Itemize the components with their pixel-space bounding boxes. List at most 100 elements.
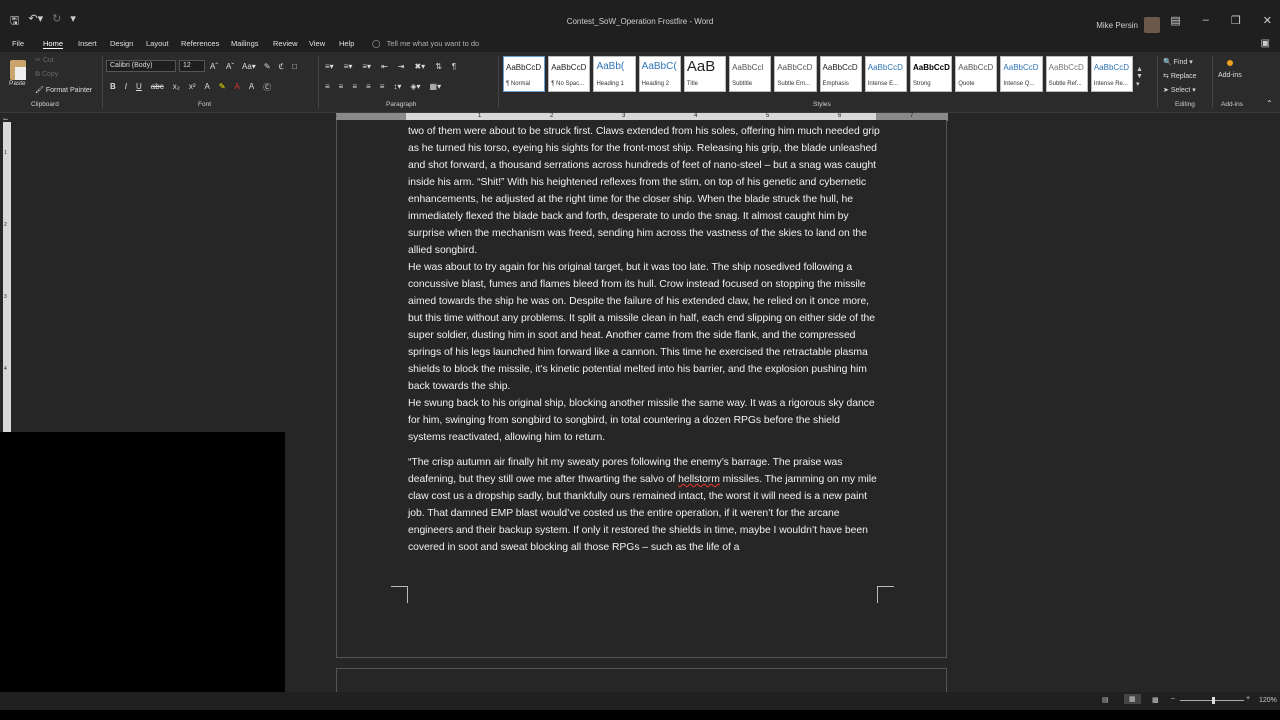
underline-icon[interactable]: U: [136, 82, 142, 93]
bullets-icon[interactable]: ≡▾: [325, 62, 334, 71]
paste-button[interactable]: Paste: [9, 80, 26, 87]
text-effects-icon[interactable]: A: [204, 82, 209, 93]
sort-icon[interactable]: ⇅: [435, 62, 442, 71]
align-left-icon[interactable]: ≡: [325, 82, 330, 91]
restore-button[interactable]: ❐: [1231, 14, 1241, 27]
paragraph[interactable]: two of them were about to be struck firs…: [408, 123, 880, 259]
style-preview: AaBbC(: [641, 61, 677, 72]
clear-formatting-icon[interactable]: ✎: [264, 62, 271, 71]
web-layout-icon[interactable]: ▩: [1152, 696, 1159, 704]
font-name-select[interactable]: Calibri (Body): [106, 60, 176, 72]
align-center-icon[interactable]: ≡: [339, 82, 344, 91]
tab-references[interactable]: References: [181, 39, 219, 48]
multilevel-list-icon[interactable]: ≡▾: [362, 62, 371, 71]
style-item[interactable]: AaBbCcD Strong: [909, 56, 953, 92]
cut-button[interactable]: ✂ Cut: [35, 56, 54, 64]
asian-layout-icon[interactable]: ✖▾: [414, 62, 425, 71]
subscript-icon[interactable]: x₂: [173, 82, 180, 93]
show-formatting-icon[interactable]: ¶: [452, 62, 456, 71]
minimize-button[interactable]: –: [1203, 14, 1209, 27]
style-item[interactable]: AaBbCcD Emphasis: [819, 56, 862, 92]
lightbulb-icon: ◯: [372, 39, 381, 48]
addins-button[interactable]: Add-ins: [1218, 58, 1242, 79]
print-layout-icon[interactable]: ▦: [1124, 694, 1141, 704]
style-item[interactable]: AaBbCcD Intense Q...: [1000, 56, 1043, 92]
decrease-indent-icon[interactable]: ⇤: [381, 62, 388, 71]
shrink-font-icon[interactable]: Aˇ: [226, 62, 234, 71]
font-group-label: Font: [198, 101, 212, 108]
zoom-out-icon[interactable]: –: [1171, 695, 1175, 702]
paragraph[interactable]: “The crisp autumn air finally hit my swe…: [408, 454, 880, 556]
find-button[interactable]: 🔍 Find ▾: [1163, 56, 1197, 70]
style-item[interactable]: AaBbCcD ¶ Normal: [503, 56, 546, 92]
highlight-icon[interactable]: ✎: [219, 82, 226, 93]
replace-button[interactable]: ⇆ Replace: [1163, 70, 1197, 84]
paste-icon[interactable]: [8, 56, 28, 82]
addins-icon: [1226, 60, 1233, 66]
tab-design[interactable]: Design: [110, 39, 133, 48]
tell-me-search[interactable]: ◯ Tell me what you want to do: [372, 39, 479, 48]
tab-home[interactable]: Home: [43, 39, 64, 49]
style-item[interactable]: AaB Title: [683, 56, 727, 92]
select-button[interactable]: ➤ Select ▾: [1163, 84, 1197, 98]
font-color-icon[interactable]: A: [235, 82, 240, 93]
tab-insert[interactable]: Insert: [78, 39, 97, 48]
user-account[interactable]: Mike Persin: [1096, 17, 1160, 33]
style-preview: AaBbCcD: [822, 63, 858, 72]
tab-layout[interactable]: Layout: [146, 39, 169, 48]
close-button[interactable]: ✕: [1263, 14, 1272, 27]
document-body[interactable]: two of them were about to be struck firs…: [408, 123, 880, 556]
phonetic-guide-icon[interactable]: ℭ: [279, 62, 285, 71]
tab-mailings[interactable]: Mailings: [231, 39, 259, 48]
tab-review[interactable]: Review: [273, 39, 298, 48]
ribbon-display-options-icon[interactable]: ▤: [1170, 14, 1180, 27]
format-painter-button[interactable]: 🖌 Format Painter: [35, 86, 92, 94]
style-item[interactable]: AaBbCcD Subtle Ref...: [1045, 56, 1088, 92]
styles-more-icon[interactable]: ▲ ▼ ▾: [1136, 66, 1143, 88]
style-item[interactable]: AaBbCcD Subtle Em...: [774, 56, 817, 92]
avatar[interactable]: [1144, 17, 1160, 33]
style-item[interactable]: AaBbC(Heading 2: [638, 56, 681, 92]
tab-file[interactable]: File: [12, 39, 24, 48]
borders-icon[interactable]: ▦▾: [430, 82, 442, 91]
tab-help[interactable]: Help: [339, 39, 354, 48]
character-border-icon[interactable]: □: [292, 62, 297, 71]
increase-indent-icon[interactable]: ⇥: [398, 62, 405, 71]
copy-button[interactable]: ⧉ Copy: [35, 71, 58, 79]
change-case-icon[interactable]: Aa▾: [242, 62, 256, 71]
misspelled-word[interactable]: hellstorm: [678, 474, 720, 485]
style-item[interactable]: AaBbCcI Subtitle: [729, 56, 772, 92]
paragraph[interactable]: He was about to try again for his origin…: [408, 259, 880, 395]
collapse-ribbon-icon[interactable]: ⌃: [1266, 99, 1273, 108]
bold-icon[interactable]: B: [110, 82, 116, 93]
italic-icon[interactable]: I: [125, 82, 127, 93]
line-spacing-icon[interactable]: ↕▾: [393, 82, 401, 91]
editing-group: 🔍 Find ▾ ⇆ Replace ➤ Select ▾: [1163, 56, 1197, 98]
paragraph[interactable]: He swung back to his original ship, bloc…: [408, 395, 880, 446]
read-mode-icon[interactable]: ▤: [1102, 696, 1109, 704]
style-item[interactable]: AaBbCcD Intense E...: [864, 56, 907, 92]
numbering-icon[interactable]: ≡▾: [344, 62, 353, 71]
style-item[interactable]: AaBbCcD ¶ No Spac...: [548, 56, 591, 92]
font-size-select[interactable]: 12: [179, 60, 205, 72]
style-item[interactable]: AaBb(Heading 1: [593, 56, 636, 92]
tab-view[interactable]: View: [309, 39, 325, 48]
align-right-icon[interactable]: ≡: [352, 82, 357, 91]
vertical-ruler[interactable]: 123456: [3, 122, 11, 516]
zoom-slider-thumb[interactable]: [1212, 697, 1215, 704]
crop-mark: [391, 586, 408, 603]
zoom-in-icon[interactable]: +: [1246, 695, 1250, 702]
enclose-characters-icon[interactable]: Ⓒ: [263, 82, 271, 93]
style-item[interactable]: AaBbCcD Quote: [955, 56, 998, 92]
style-name: Title: [686, 81, 698, 87]
strikethrough-icon[interactable]: abc: [151, 82, 164, 93]
justify-icon[interactable]: ≡: [366, 82, 371, 91]
superscript-icon[interactable]: x²: [189, 82, 196, 93]
comments-icon[interactable]: ▣: [1261, 38, 1270, 49]
grow-font-icon[interactable]: Aˆ: [210, 62, 218, 71]
zoom-level[interactable]: 120%: [1259, 697, 1277, 704]
character-shading-icon[interactable]: A: [249, 82, 254, 93]
shading-icon[interactable]: ◈▾: [410, 82, 420, 91]
distributed-icon[interactable]: ≡: [380, 82, 385, 91]
style-item[interactable]: AaBbCcD Intense Re...: [1090, 56, 1134, 92]
